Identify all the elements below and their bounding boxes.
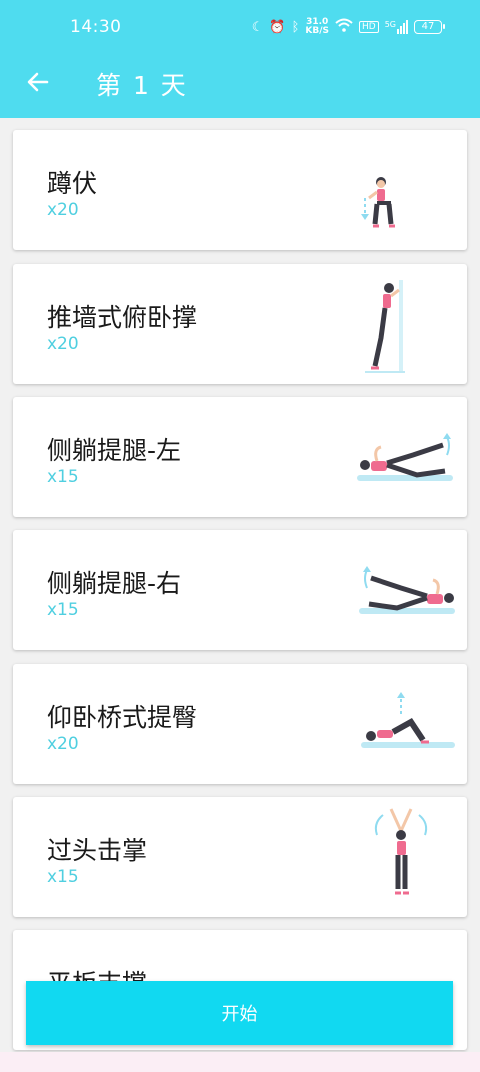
moon-icon: ☾ xyxy=(251,19,264,35)
signal-icon: 5G xyxy=(385,20,408,34)
wall-pushup-illustration xyxy=(365,280,405,373)
exercise-card[interactable]: 过头击掌 x15 xyxy=(13,797,467,917)
signal-label: 5G xyxy=(384,20,396,29)
exercise-name: 蹲伏 xyxy=(47,169,98,198)
overhead-clap-illustration xyxy=(374,808,428,895)
exercise-name: 过头击掌 xyxy=(47,836,148,865)
exercise-card[interactable]: 推墙式俯卧撑 x20 xyxy=(13,264,467,384)
back-button[interactable] xyxy=(20,64,56,100)
app-bar: 第 1 天 xyxy=(0,56,480,118)
status-bar: 14:30 ☾ ⏰ ᛒ 31.0 KB/S HD 5G 47 xyxy=(0,0,480,56)
side-leg-raise-left-illustration xyxy=(357,433,453,481)
exercise-reps: x20 xyxy=(47,334,79,354)
exercise-card[interactable]: 蹲伏 x20 xyxy=(13,130,467,250)
network-speed-unit: KB/S xyxy=(305,26,329,36)
status-icons: ☾ ⏰ ᛒ 31.0 KB/S HD 5G 47 xyxy=(251,16,445,38)
hd-badge: HD xyxy=(359,21,379,33)
exercise-card[interactable]: 侧躺提腿-左 x15 xyxy=(13,397,467,517)
exercise-name: 推墙式俯卧撑 xyxy=(47,303,198,332)
exercise-name: 侧躺提腿-右 xyxy=(47,569,182,598)
bottom-strip xyxy=(0,1052,480,1072)
glute-bridge-illustration xyxy=(361,692,455,748)
arrow-left-icon xyxy=(27,72,49,92)
exercise-reps: x15 xyxy=(47,467,79,487)
battery-icon: 47 xyxy=(414,20,445,34)
exercise-card[interactable]: 仰卧桥式提臀 x20 xyxy=(13,664,467,784)
start-button[interactable]: 开始 xyxy=(26,981,453,1045)
alarm-icon: ⏰ xyxy=(269,19,286,35)
wifi-icon xyxy=(335,18,353,36)
status-time: 14:30 xyxy=(70,17,122,37)
exercise-name: 侧躺提腿-左 xyxy=(47,436,182,465)
exercise-list: 蹲伏 x20 推墙式俯卧撑 x20 侧躺提腿-左 x15 侧躺提腿-右 x15 … xyxy=(0,118,480,1072)
bluetooth-icon: ᛒ xyxy=(291,19,300,35)
network-speed: 31.0 KB/S xyxy=(305,18,329,36)
exercise-reps: x15 xyxy=(47,867,79,887)
exercise-name: 仰卧桥式提臀 xyxy=(47,703,198,732)
exercise-reps: x15 xyxy=(47,600,79,620)
page-title: 第 1 天 xyxy=(96,71,188,100)
exercise-reps: x20 xyxy=(47,734,79,754)
side-leg-raise-right-illustration xyxy=(359,566,455,614)
exercise-card[interactable]: 侧躺提腿-右 x15 xyxy=(13,530,467,650)
squat-illustration xyxy=(361,177,395,228)
exercise-reps: x20 xyxy=(47,200,79,220)
